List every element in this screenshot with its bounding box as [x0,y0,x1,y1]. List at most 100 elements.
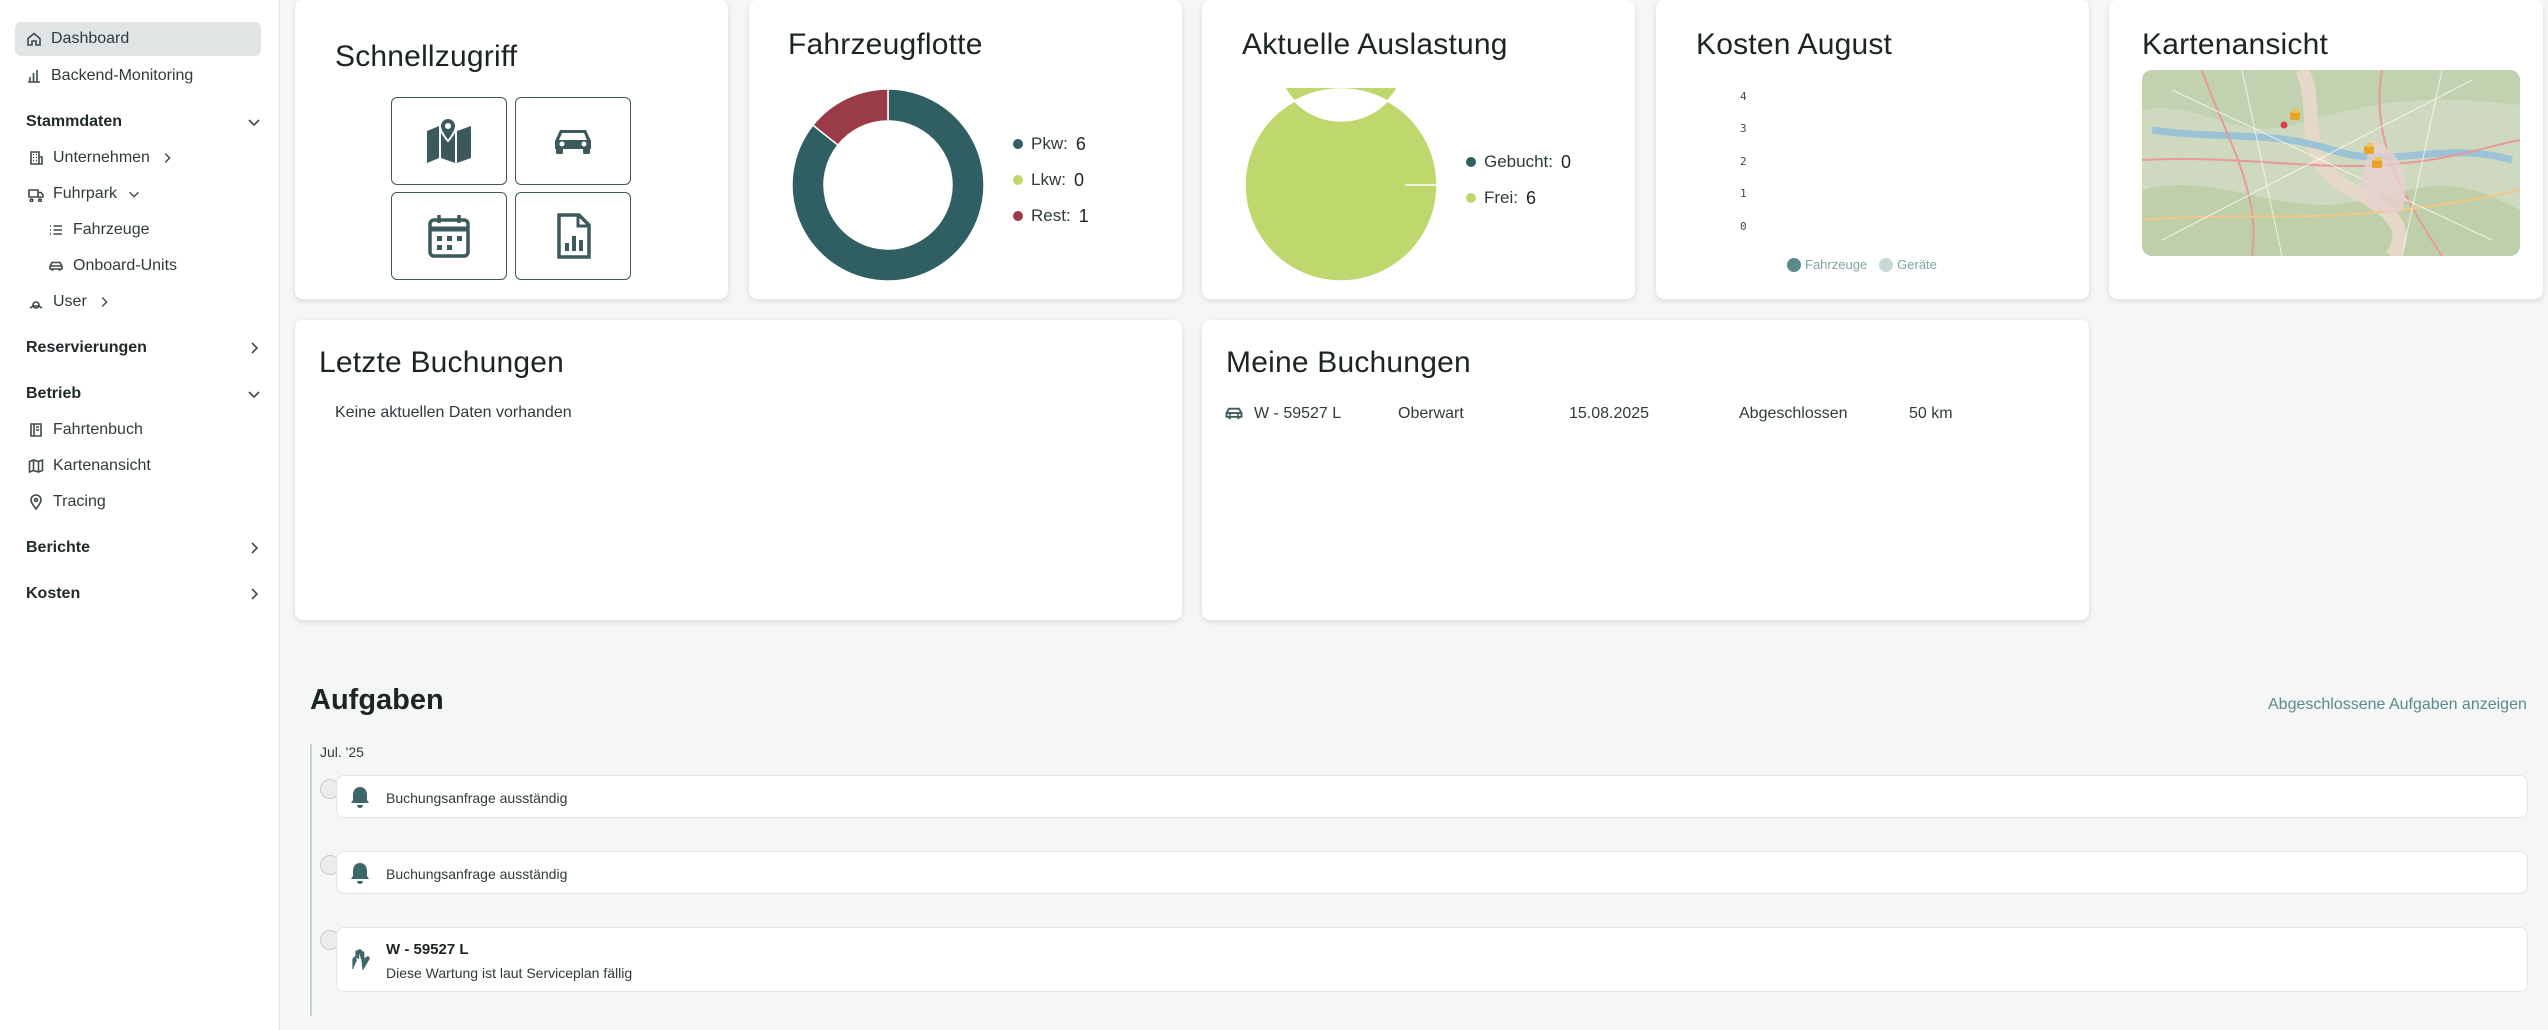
list-icon [47,221,65,239]
sidebar-item-fuhrpark[interactable]: Fuhrpark [17,177,151,211]
task-item[interactable]: Buchungsanfrage ausständig [336,775,2528,818]
chevron-right-icon [160,151,174,165]
sidebar-item-dashboard[interactable]: Dashboard [15,22,261,56]
task-title: W - 59527 L [386,941,469,958]
quick-access-vehicle-button[interactable] [515,97,631,185]
home-icon [25,30,43,48]
car-outline-icon [1225,407,1243,420]
legend-label[interactable]: Fahrzeuge [1805,257,1867,272]
legend-swatch [1787,257,1801,272]
fleet-legend: Pkw: 6 Lkw: 0 Rest: 1 [1013,126,1089,234]
sidebar-item-tracing[interactable]: Tracing [17,485,116,519]
location-pin-icon [27,493,45,511]
show-completed-tasks-link[interactable]: Abgeschlossene Aufgaben anzeigen [2268,696,2527,714]
legend-value: 0 [1561,151,1572,172]
utilization-donut-chart [1244,88,1438,282]
sidebar-item-label: Tracing [53,493,106,510]
sidebar-section-betrieb[interactable]: Betrieb [26,377,262,411]
sidebar-section-label: Stammdaten [26,113,123,130]
card-meine-buchungen: Meine Buchungen W - 59527 L Oberwart 15.… [1202,320,2089,620]
bar-chart-icon [25,67,43,85]
sidebar-item-backend-monitoring[interactable]: Backend-Monitoring [15,59,261,93]
card-title: Kartenansicht [2142,28,2329,61]
legend-label: Gebucht [1484,152,1549,171]
sidebar-item-user[interactable]: User [17,285,121,319]
task-text: Buchungsanfrage ausständig [386,866,568,882]
legend-label: Pkw [1031,134,1064,153]
sidebar-section-label: Betrieb [26,385,82,402]
map-icon [427,116,471,163]
quick-access-report-button[interactable] [515,192,631,280]
sidebar-item-label: Backend-Monitoring [51,67,194,84]
map-tiles [2142,70,2520,256]
sidebar-item-label: Fahrzeuge [73,221,150,238]
booking-date: 15.08.2025 [1569,405,1650,422]
fleet-donut-chart [791,88,985,282]
utilization-legend: Gebucht: 0 Frei: 6 [1466,144,1571,216]
legend-entry-frei: Frei: 6 [1466,180,1571,216]
legend-swatch [1879,257,1894,272]
task-item[interactable]: W - 59527 L Diese Wartung ist laut Servi… [336,927,2528,992]
quick-access-calendar-button[interactable] [391,192,507,280]
y-tick-label: 1 [1740,187,1747,200]
legend-entry-gebucht: Gebucht: 0 [1466,144,1571,180]
sidebar-section-label: Reservierungen [26,339,147,356]
calendar-icon [428,215,470,258]
legend-value: 6 [1075,133,1086,154]
bell-icon [351,863,369,884]
sidebar-section-stammdaten[interactable]: Stammdaten [26,105,262,139]
sidebar-section-label: Berichte [26,539,91,556]
empty-state-text: Keine aktuellen Daten vorhanden [335,404,572,421]
sidebar-item-label: User [53,293,87,310]
sidebar-section-berichte[interactable]: Berichte [26,531,262,565]
sidebar-item-label: Onboard-Units [73,257,178,274]
legend-value: 1 [1078,205,1089,226]
card-title: Schnellzugriff [335,40,518,73]
y-tick-label: 0 [1740,220,1747,233]
task-text: Diese Wartung ist laut Serviceplan fälli… [386,965,633,981]
sidebar-item-fahrzeuge[interactable]: Fahrzeuge [37,213,160,247]
card-kosten-august: Kosten August 4 3 2 1 0 Fahrzeuge Geräte [1656,0,2089,299]
sidebar-section-reservierungen[interactable]: Reservierungen [26,331,262,365]
chevron-down-icon [127,187,141,201]
report-icon [557,213,591,259]
location-pin-marker [2280,121,2288,129]
legend-swatch [1466,193,1476,203]
task-text: Buchungsanfrage ausständig [386,790,568,806]
chevron-down-icon [248,119,260,127]
legend-swatch [1013,175,1023,185]
sidebar-item-label: Fahrtenbuch [53,421,143,438]
user-icon [27,293,45,311]
legend-entry-lkw: Lkw: 0 [1013,162,1089,198]
legend-value: 0 [1073,169,1084,190]
card-title: Kosten August [1696,28,1893,61]
car-outline-icon [47,257,65,275]
task-item[interactable]: Buchungsanfrage ausständig [336,851,2528,894]
map-outline-icon [27,457,45,475]
card-title: Fahrzeugflotte [788,28,983,61]
legend-label: Rest [1031,206,1066,225]
quick-access-map-button[interactable] [391,97,507,185]
map-preview[interactable] [2142,70,2520,256]
card-letzte-buchungen: Letzte Buchungen Keine aktuellen Daten v… [295,320,1182,620]
legend-label[interactable]: Geräte [1897,257,1937,272]
sidebar-item-fahrtenbuch[interactable]: Fahrtenbuch [17,413,153,447]
card-title: Meine Buchungen [1226,346,1471,379]
car-icon [555,130,591,154]
sidebar-section-kosten[interactable]: Kosten [26,577,262,611]
sidebar-item-onboard-units[interactable]: Onboard-Units [37,249,187,283]
chevron-right-icon [251,542,259,554]
logbook-icon [27,421,45,439]
sidebar-item-label: Fuhrpark [53,185,118,202]
y-tick-label: 2 [1740,155,1747,168]
booking-plate: W - 59527 L [1254,405,1342,422]
legend-swatch [1013,139,1023,149]
sidebar-item-label: Kartenansicht [53,457,151,474]
sidebar-item-kartenansicht[interactable]: Kartenansicht [17,449,161,483]
y-tick-label: 4 [1740,90,1747,103]
booking-row[interactable]: W - 59527 L Oberwart 15.08.2025 Abgeschl… [1224,404,1984,424]
timeline-month-label: Jul. '25 [320,744,364,760]
sidebar-item-label: Dashboard [51,30,130,47]
building-icon [27,149,45,167]
sidebar-item-unternehmen[interactable]: Unternehmen [17,141,184,175]
